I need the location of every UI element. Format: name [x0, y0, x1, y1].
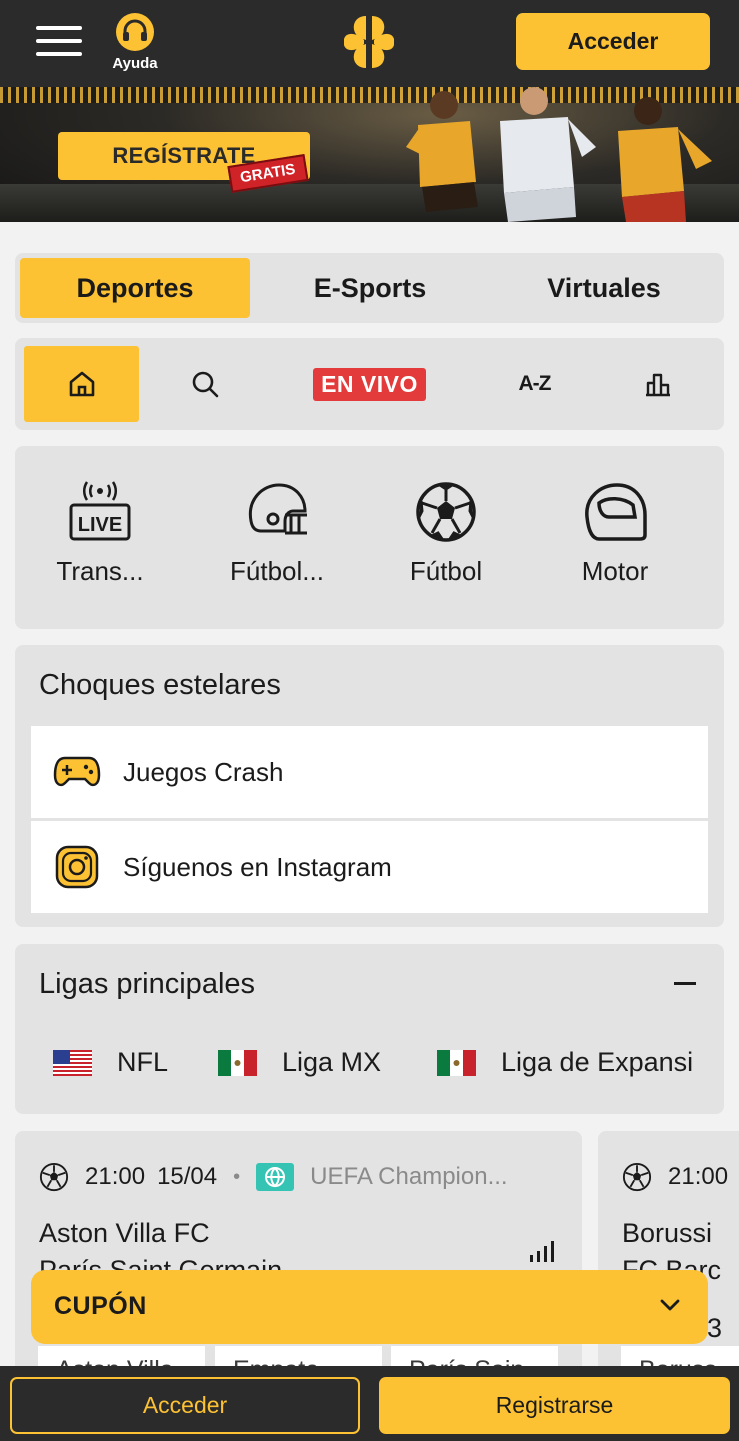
tab-deportes[interactable]: Deportes: [20, 258, 250, 318]
separator-dot: •: [233, 1165, 241, 1188]
search-button[interactable]: [147, 346, 262, 422]
stats-button[interactable]: [600, 346, 715, 422]
instagram-icon: [55, 845, 99, 889]
register-button-bottom[interactable]: Registrarse: [379, 1377, 730, 1434]
home-button[interactable]: [24, 346, 139, 422]
az-label: A-Z: [518, 372, 552, 395]
headset-icon: [116, 13, 154, 51]
clover-logo[interactable]: [342, 14, 396, 75]
stats-icon: [645, 373, 670, 397]
match-time: 21:00: [668, 1163, 729, 1190]
competition-name: UEFA Champion...: [310, 1163, 508, 1190]
home-team: Borussi: [622, 1218, 713, 1248]
sport-label: Motor: [581, 556, 649, 586]
category-tabs: Deportes E-Sports Virtuales: [15, 253, 724, 323]
top-bar: Ayuda Acceder: [0, 0, 739, 87]
league-liga-expansion[interactable]: Liga de Expansi: [437, 1047, 693, 1078]
login-button-bottom[interactable]: Acceder: [10, 1377, 360, 1434]
section-title: Ligas principales: [39, 968, 256, 1000]
bottom-bar: Acceder Registrarse: [0, 1366, 739, 1441]
sport-label: Fútbol...: [230, 556, 324, 586]
az-button[interactable]: A-Z: [477, 346, 592, 422]
home-icon: [69, 371, 94, 397]
live-broadcast-icon: LIVE: [69, 481, 131, 541]
coupon-bar[interactable]: CUPÓN: [31, 1270, 708, 1344]
sport-label: Fútbol: [409, 556, 483, 586]
partial-odds-value: 3: [707, 1313, 723, 1343]
list-item-instagram[interactable]: Síguenos en Instagram: [31, 821, 708, 913]
league-label: Liga MX: [282, 1047, 382, 1077]
match-meta: 21:00 15/04 • UEFA Champion...: [39, 1162, 508, 1192]
leagues-section: Ligas principales NFL Liga MX Liga de Ex…: [15, 944, 724, 1114]
league-label: Liga de Expansi: [501, 1047, 694, 1077]
search-icon: [192, 371, 218, 398]
mexico-flag-icon: [218, 1049, 257, 1076]
list-item-label: Juegos Crash: [123, 756, 284, 787]
sports-grid: LIVE Trans... Fútbol... Fútbol Motor: [15, 446, 724, 629]
usa-flag-icon: [53, 1049, 92, 1076]
list-item-juegos-crash[interactable]: Juegos Crash: [31, 726, 708, 818]
section-title: Choques estelares: [39, 669, 281, 701]
coupon-label: CUPÓN: [54, 1292, 147, 1320]
players-illustration: [406, 87, 712, 222]
login-button[interactable]: Acceder: [516, 13, 710, 70]
menu-icon[interactable]: [36, 22, 84, 60]
sport-transmision[interactable]: LIVE Trans...: [20, 481, 180, 587]
league-liga-mx[interactable]: Liga MX: [218, 1047, 381, 1078]
collapse-icon[interactable]: [674, 982, 696, 985]
soccer-ball-icon: [416, 482, 476, 542]
globe-icon: [256, 1163, 295, 1191]
live-button[interactable]: EN VIVO: [312, 346, 427, 422]
match-meta: 21:00: [622, 1162, 728, 1192]
racing-helmet-icon: [585, 483, 647, 541]
gamepad-icon: [53, 756, 101, 787]
live-badge: EN VIVO: [313, 367, 426, 401]
tab-virtuales[interactable]: Virtuales: [489, 258, 719, 318]
soccer-ball-icon: [622, 1162, 652, 1192]
sport-motor[interactable]: Motor: [535, 481, 695, 587]
quick-nav: EN VIVO A-Z: [15, 338, 724, 430]
promo-banner[interactable]: REGÍSTRATE GRATIS: [0, 87, 739, 222]
american-football-helmet-icon: [248, 483, 307, 535]
list-item-label: Síguenos en Instagram: [123, 851, 392, 882]
sport-futbol-americano[interactable]: Fútbol...: [197, 481, 357, 587]
tab-esports[interactable]: E-Sports: [255, 258, 485, 318]
help-button[interactable]: Ayuda: [106, 12, 164, 72]
featured-section: Choques estelares Juegos Crash Síguenos …: [15, 645, 724, 927]
stats-bars-icon: [530, 1241, 554, 1262]
chevron-down-icon: [660, 1299, 680, 1311]
match-time: 21:00: [85, 1163, 146, 1190]
soccer-ball-icon: [39, 1162, 69, 1192]
mexico-flag-icon: [437, 1049, 476, 1076]
league-label: NFL: [117, 1047, 169, 1077]
league-nfl[interactable]: NFL: [53, 1047, 168, 1078]
sport-futbol[interactable]: Fútbol: [366, 481, 526, 587]
sport-label: Trans...: [56, 556, 144, 586]
svg-text:LIVE: LIVE: [78, 514, 122, 536]
match-date: 15/04: [157, 1163, 218, 1190]
help-label: Ayuda: [112, 55, 158, 72]
home-team: Aston Villa FC: [39, 1218, 210, 1248]
